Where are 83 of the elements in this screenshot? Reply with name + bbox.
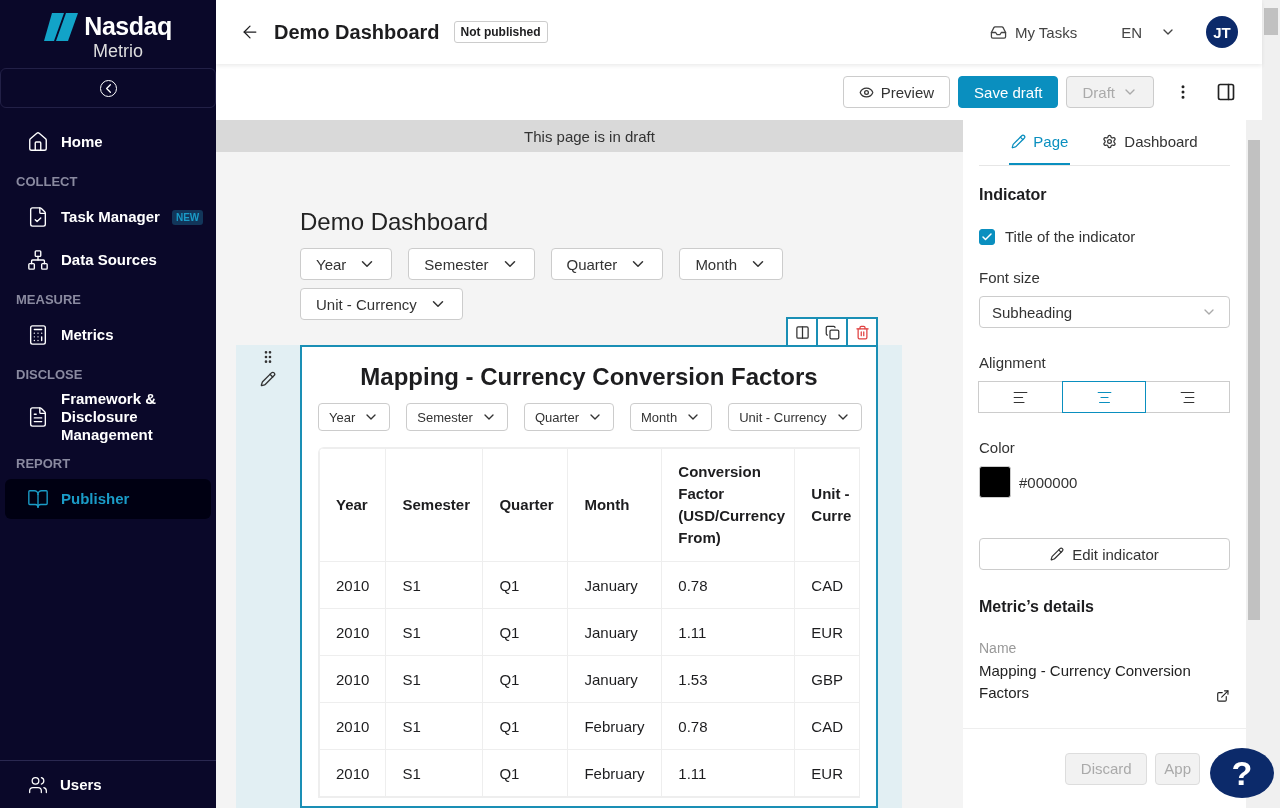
font-size-select[interactable]: Subheading — [979, 296, 1230, 328]
metric-name: Mapping - Currency Conversion Factors — [979, 661, 1192, 703]
column-header: Quarter — [482, 448, 568, 562]
table-cell: Q1 — [482, 749, 568, 797]
filter-dropdown[interactable]: Quarter — [523, 403, 614, 431]
status-badge: Not published — [453, 21, 548, 43]
table-cell: S1 — [385, 608, 483, 656]
table-cell: 2010 — [319, 655, 386, 703]
column-header: Month — [567, 448, 662, 562]
checkbox-label: Title of the indicator — [1005, 228, 1136, 245]
table-cell: S1 — [385, 749, 483, 797]
page-title: Demo Dashboard — [274, 20, 440, 44]
table-cell: CAD — [794, 561, 860, 609]
table-cell: January — [567, 608, 662, 656]
nav-item[interactable]: Home — [5, 122, 211, 162]
filter-dropdown[interactable]: Month — [679, 248, 784, 280]
section-heading: Indicator — [979, 186, 1048, 204]
field-label: Font size — [979, 269, 1041, 286]
nav-section-label: MEASURE — [15, 290, 82, 309]
table-cell: CAD — [794, 702, 860, 750]
brand-name: Nasdaq — [84, 12, 172, 41]
table-cell: S1 — [385, 655, 483, 703]
product-name: Metrio — [93, 41, 143, 62]
panel-tab[interactable]: Page — [1009, 120, 1071, 165]
filter-dropdown[interactable]: Year — [318, 403, 391, 431]
nav-item[interactable]: Publisher — [5, 479, 211, 519]
section-heading: Metric’s details — [979, 598, 1095, 616]
table-cell: 0.78 — [661, 702, 795, 750]
column-header: Conversion Factor (USD/Currency From) — [661, 448, 795, 562]
nav-item[interactable]: Framework & Disclosure Management — [5, 390, 211, 444]
new-badge: NEW — [171, 209, 204, 225]
filter-dropdown[interactable]: Semester — [408, 248, 535, 280]
table-cell: EUR — [794, 608, 860, 656]
help-button[interactable]: ? — [1210, 748, 1274, 798]
column-header: Year — [319, 448, 386, 562]
table-cell: February — [567, 749, 662, 797]
filter-dropdown[interactable]: Month — [630, 403, 713, 431]
edit-indicator-button[interactable]: Edit indicator — [979, 538, 1230, 570]
filter-dropdown[interactable]: Semester — [406, 403, 508, 431]
table-cell: January — [567, 561, 662, 609]
my-tasks-button[interactable]: My Tasks — [983, 22, 1084, 42]
table-cell: February — [567, 702, 662, 750]
column-header: Semester — [385, 448, 483, 562]
nav-section-label: DISCLOSE — [15, 365, 84, 384]
nav-section-label: COLLECT — [15, 172, 79, 191]
user-avatar[interactable]: JT — [1206, 16, 1238, 48]
table-cell: 1.11 — [661, 749, 795, 797]
field-label: Color — [979, 439, 1016, 456]
table-cell: EUR — [794, 749, 860, 797]
table-cell: Q1 — [482, 655, 568, 703]
save-draft-button[interactable]: Save draft — [958, 76, 1059, 108]
nav-item[interactable]: Task Manager NEW — [5, 197, 211, 237]
table-cell: 2010 — [319, 702, 386, 750]
color-value: #000000 — [1019, 473, 1078, 491]
table-cell: Q1 — [482, 608, 568, 656]
preview-button[interactable]: Preview — [842, 76, 951, 108]
field-label: Name — [979, 640, 1018, 656]
filter-dropdown[interactable]: Year — [300, 248, 393, 280]
table-cell: 1.53 — [661, 655, 795, 703]
table-cell: 0.78 — [661, 561, 795, 609]
nav-section-label: REPORT — [15, 454, 72, 473]
table-cell: 2010 — [319, 561, 386, 609]
dashboard-title: Demo Dashboard — [300, 208, 490, 236]
nav-item[interactable]: Data Sources — [5, 240, 211, 280]
filter-dropdown[interactable]: Unit - Currency — [728, 403, 862, 431]
table-cell: January — [567, 655, 662, 703]
filter-dropdown[interactable]: Unit - Currency — [300, 288, 463, 320]
widget-title: Mapping - Currency Conversion Factors — [359, 363, 819, 391]
table-cell: 2010 — [319, 608, 386, 656]
table-cell: S1 — [385, 561, 483, 609]
table-cell: S1 — [385, 702, 483, 750]
field-label: Alignment — [979, 354, 1047, 371]
table-cell: 2010 — [319, 749, 386, 797]
table-cell: 1.11 — [661, 608, 795, 656]
panel-tab[interactable]: Dashboard — [1100, 120, 1200, 165]
table-cell: Q1 — [482, 702, 568, 750]
table-cell: GBP — [794, 655, 860, 703]
nav-item[interactable]: Metrics — [5, 315, 211, 355]
column-header: Unit - Curre — [794, 448, 860, 562]
draft-banner: This page is in draft — [216, 120, 963, 152]
table-cell: Q1 — [482, 561, 568, 609]
filter-dropdown[interactable]: Quarter — [550, 248, 664, 280]
language-select[interactable]: EN — [1115, 22, 1182, 42]
